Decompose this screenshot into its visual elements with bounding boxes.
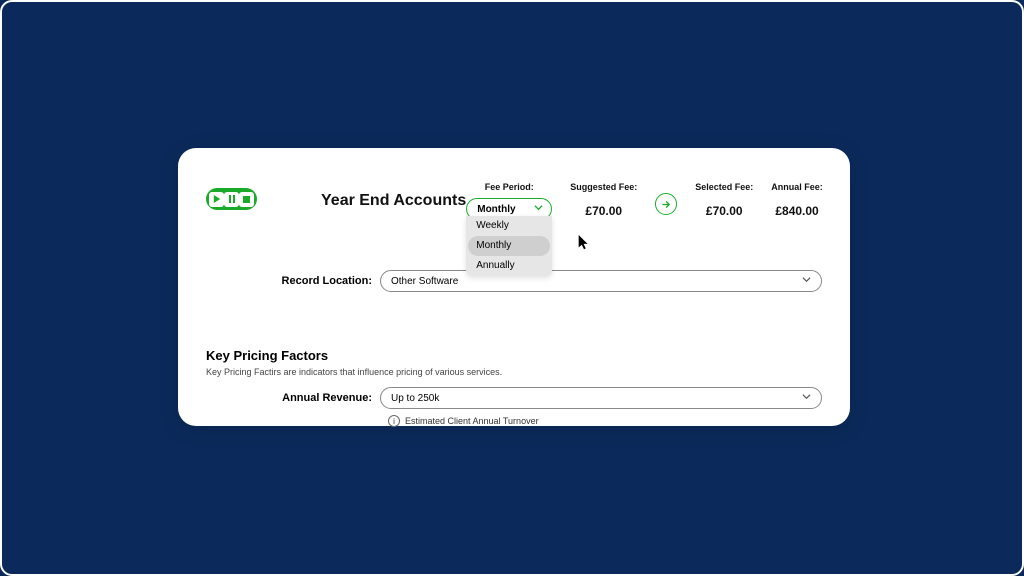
fee-period-selected: Monthly — [477, 204, 515, 215]
record-location-label: Record Location: — [206, 275, 380, 287]
suggested-fee-column: Suggested Fee: £70.00 — [570, 182, 637, 218]
chevron-down-icon — [802, 392, 811, 404]
annual-revenue-hint-text: Estimated Client Annual Turnover — [405, 416, 539, 426]
pricing-section-subtitle: Key Pricing Factirs are indicators that … — [206, 367, 822, 377]
cursor-icon — [578, 235, 590, 251]
selected-fee-value: £70.00 — [695, 204, 753, 218]
fee-period-options: Weekly Monthly Annually — [466, 216, 552, 276]
fee-period-option-monthly[interactable]: Monthly — [468, 236, 550, 256]
fee-period-label: Fee Period: — [466, 182, 552, 192]
pause-icon — [224, 192, 239, 207]
selected-fee-label: Selected Fee: — [695, 182, 753, 192]
fee-summary: Fee Period: Monthly Weekly Monthly Annua… — [466, 182, 823, 220]
suggested-fee-label: Suggested Fee: — [570, 182, 637, 192]
record-location-value: Other Software — [391, 276, 458, 287]
annual-revenue-hint: i Estimated Client Annual Turnover — [388, 415, 822, 427]
stop-icon — [239, 192, 254, 207]
annual-revenue-label: Annual Revenue: — [206, 392, 380, 404]
fee-period-column: Fee Period: Monthly Weekly Monthly Annua… — [466, 182, 552, 220]
app-logo — [206, 188, 257, 210]
apply-suggested-fee-button[interactable] — [655, 193, 677, 215]
chevron-down-icon — [534, 203, 543, 215]
chevron-down-icon — [802, 275, 811, 287]
annual-fee-column: Annual Fee: £840.00 — [771, 182, 823, 218]
card-header: Year End Accounts Fee Period: Monthly We… — [206, 182, 822, 230]
info-icon: i — [388, 415, 400, 427]
suggested-fee-value: £70.00 — [570, 204, 637, 218]
fee-period-option-weekly[interactable]: Weekly — [466, 216, 552, 236]
selected-fee-column: Selected Fee: £70.00 — [695, 182, 753, 218]
annual-revenue-row: Annual Revenue: Up to 250k — [206, 387, 822, 409]
annual-fee-value: £840.00 — [771, 204, 823, 218]
arrow-right-icon — [661, 199, 672, 210]
page-title: Year End Accounts — [321, 192, 466, 210]
annual-revenue-value: Up to 250k — [391, 393, 439, 404]
play-icon — [209, 192, 224, 207]
annual-fee-label: Annual Fee: — [771, 182, 823, 192]
pricing-section-title: Key Pricing Factors — [206, 348, 822, 363]
record-location-select[interactable]: Other Software — [380, 270, 822, 292]
annual-revenue-select[interactable]: Up to 250k — [380, 387, 822, 409]
pricing-card: Year End Accounts Fee Period: Monthly We… — [178, 148, 850, 426]
fee-period-option-annually[interactable]: Annually — [466, 256, 552, 276]
